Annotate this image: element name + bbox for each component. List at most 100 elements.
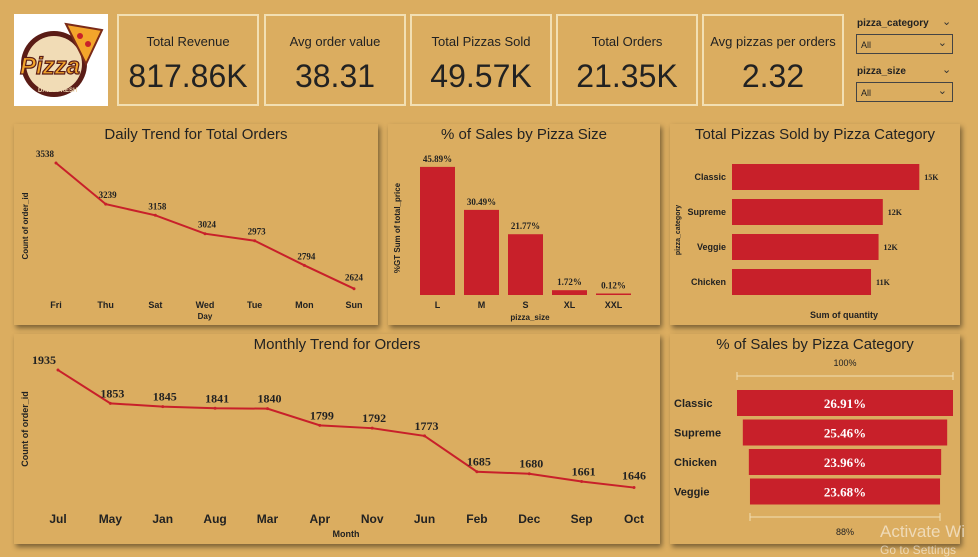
data-label: 3024 <box>198 220 217 230</box>
data-point <box>108 401 112 405</box>
x-tick-label: Jul <box>49 512 66 526</box>
x-tick-label: Sun <box>346 300 363 310</box>
data-point <box>527 472 531 476</box>
kpi-card-total-orders: Total Orders 21.35K <box>556 14 698 106</box>
data-point <box>580 479 584 483</box>
monthly-trend-plot: 1935 1853 1845 1841 1840 1799 1792 1773 1685 1680… <box>20 353 646 539</box>
data-label: 26.91% <box>824 396 866 411</box>
funnel-bottom-label: 88% <box>836 527 854 537</box>
slicer-value: All <box>861 40 872 50</box>
data-label: 1799 <box>310 408 334 422</box>
kpi-label: Avg order value <box>289 34 381 49</box>
x-tick-label: Tue <box>247 300 262 310</box>
data-point <box>352 287 356 291</box>
x-tick-label: L <box>435 300 441 310</box>
sales-by-size-chart[interactable]: % of Sales by Pizza Size 45.89% L 30.49% M 2… <box>388 124 660 325</box>
kpi-value: 817.86K <box>128 58 248 94</box>
sales-by-category-chart[interactable]: % of Sales by Pizza Category 100% Classic… <box>670 334 960 544</box>
data-point <box>54 161 58 165</box>
kpi-card-avg-pizzas-per-order: Avg pizzas per orders 2.32 <box>702 14 844 106</box>
kpi-value: 38.31 <box>294 58 376 94</box>
x-axis-label: Month <box>333 529 360 539</box>
data-label: 12K <box>888 208 903 217</box>
activate-windows-watermark: Activate Wi Go to Settings <box>880 522 965 557</box>
x-axis-label: pizza_size <box>510 313 550 322</box>
data-point <box>56 368 60 372</box>
data-point <box>104 202 108 206</box>
data-label: 1935 <box>32 353 56 367</box>
data-point <box>318 423 322 427</box>
x-tick-label: Apr <box>309 512 330 526</box>
x-tick-label: Jan <box>152 512 173 526</box>
data-point <box>370 426 374 430</box>
data-point <box>265 407 269 411</box>
bar <box>508 234 543 295</box>
x-tick-label: Jun <box>414 512 435 526</box>
x-axis-label: Sum of quantity <box>810 310 878 320</box>
data-label: 1773 <box>415 419 439 433</box>
x-tick-label: Thu <box>97 300 114 310</box>
x-tick-label: Dec <box>518 512 540 526</box>
data-label: 1661 <box>572 464 596 478</box>
x-axis-label: Day <box>198 312 213 321</box>
data-label: 3158 <box>148 201 167 211</box>
bar <box>464 209 499 295</box>
data-point <box>302 263 306 267</box>
data-label: 1845 <box>153 390 177 404</box>
bar <box>732 269 872 295</box>
pizza-category-dropdown[interactable]: All ⌄ <box>856 34 953 54</box>
daily-trend-chart[interactable]: Daily Trend for Total Orders 3538 3239 315… <box>14 124 378 325</box>
kpi-value: 49.57K <box>430 58 532 94</box>
pizzas-by-category-chart[interactable]: Total Pizzas Sold by Pizza Category Clas… <box>670 124 960 325</box>
x-tick-label: May <box>99 512 123 526</box>
data-label: 1646 <box>622 469 646 483</box>
y-axis-label: Count of order_id <box>21 192 30 259</box>
bar <box>596 293 631 295</box>
slicer-label: pizza_category <box>857 18 929 29</box>
x-tick-label: Nov <box>361 512 384 526</box>
data-label: 2794 <box>297 251 316 261</box>
kpi-label: Total Orders <box>591 34 663 49</box>
x-tick-label: Sep <box>571 512 593 526</box>
x-tick-label: Oct <box>624 512 644 526</box>
kpi-label: Total Pizzas Sold <box>431 34 531 49</box>
chevron-down-icon[interactable]: ⌄ <box>942 63 951 76</box>
y-axis-label: Count of order_id <box>20 391 30 467</box>
data-point <box>253 239 257 243</box>
slicer-label: pizza_size <box>857 66 906 77</box>
kpi-label: Total Revenue <box>146 34 230 49</box>
y-tick-label: Chicken <box>691 277 726 287</box>
category-label: Veggie <box>674 487 709 499</box>
data-label: 25.46% <box>824 426 866 441</box>
monthly-trend-chart[interactable]: Monthly Trend for Orders 1935 1853 1845 184… <box>14 334 660 544</box>
kpi-card-total-revenue: Total Revenue 817.86K <box>117 14 259 106</box>
category-label: Supreme <box>674 428 721 440</box>
data-label: 3239 <box>99 190 118 200</box>
funnel-top-label: 100% <box>833 358 856 368</box>
data-label: 45.89% <box>423 154 452 164</box>
x-tick-label: Sat <box>148 300 162 310</box>
pizza-logo-icon: Pizza DAILY FRESH <box>19 22 104 97</box>
series-line <box>57 369 635 489</box>
sales-by-category-plot: 100% Classic 26.91% Supreme 25.46% Chicken 23.… <box>674 358 954 537</box>
data-point <box>423 434 427 438</box>
kpi-card-total-pizzas-sold: Total Pizzas Sold 49.57K <box>410 14 552 106</box>
x-tick-label: Mar <box>257 512 279 526</box>
watermark-line: Go to Settings <box>880 543 957 557</box>
pizza-size-dropdown[interactable]: All ⌄ <box>856 82 953 102</box>
x-tick-label: Mon <box>295 300 314 310</box>
category-label: Classic <box>674 398 713 410</box>
data-label: 30.49% <box>467 197 496 207</box>
data-point <box>632 486 636 490</box>
data-label: 3538 <box>36 149 55 159</box>
data-label: 2973 <box>248 227 267 237</box>
x-tick-label: Fri <box>50 300 62 310</box>
x-tick-label: XL <box>564 300 576 310</box>
data-label: 11K <box>876 278 891 287</box>
pizzas-by-category-plot: Classic 15K Supreme 12K Veggie 12K Chicken 11K S… <box>675 164 939 320</box>
chevron-down-icon: ⌄ <box>937 37 947 49</box>
chevron-down-icon[interactable]: ⌄ <box>942 15 951 28</box>
data-label: 23.68% <box>824 485 866 500</box>
x-tick-label: XXL <box>605 300 623 310</box>
logo-word: Pizza <box>20 53 80 80</box>
